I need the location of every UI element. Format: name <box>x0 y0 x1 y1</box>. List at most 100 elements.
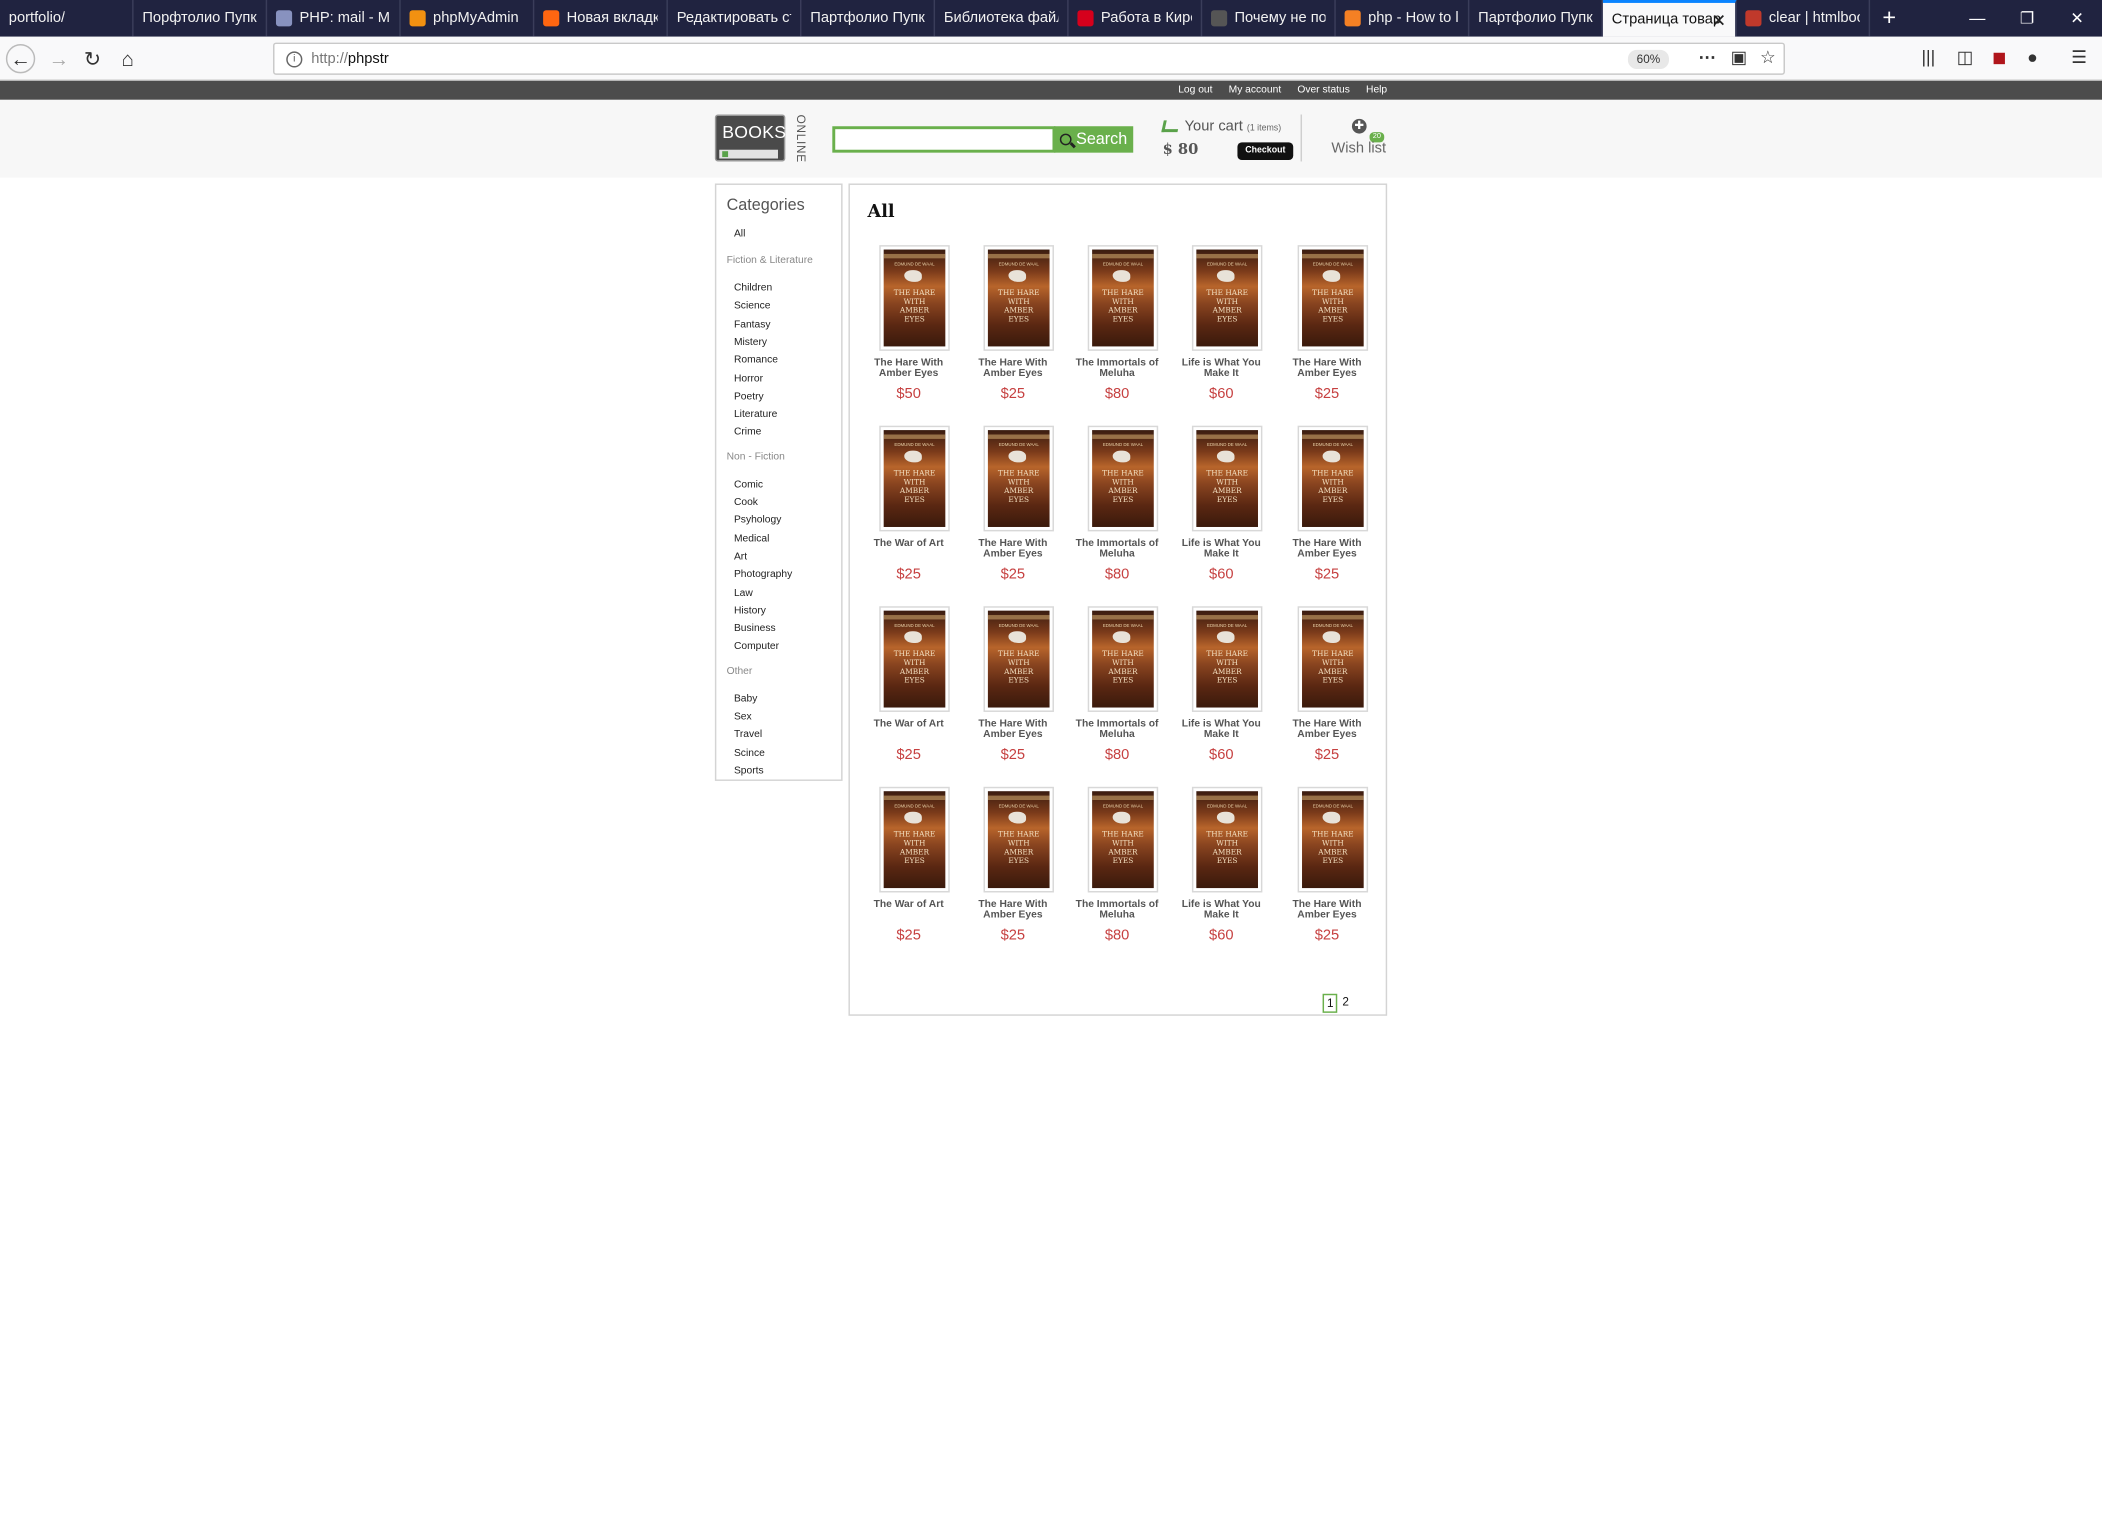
close-window-icon[interactable]: ✕ <box>2052 0 2102 37</box>
product-card[interactable]: EDMUND DE WAAL THE HARE WITH AMBER EYES The H… <box>1276 786 1379 948</box>
category-medical[interactable]: Medical <box>734 534 769 544</box>
category-history[interactable]: History <box>734 606 766 616</box>
sidebar-icon[interactable]: ◫ <box>1957 47 1974 68</box>
category-horror[interactable]: Horror <box>734 374 763 384</box>
cart-title[interactable]: Your cart (1 items) <box>1185 119 1282 135</box>
product-name[interactable]: The Hare With Amber Eyes <box>1276 719 1379 740</box>
url-bar[interactable]: i http://phpstr 60% <box>273 42 1785 75</box>
product-card[interactable]: EDMUND DE WAAL THE HARE WITH AMBER EYES The I… <box>1066 606 1169 767</box>
page-link-1[interactable]: 1 <box>1322 993 1338 1013</box>
product-card[interactable]: EDMUND DE WAAL THE HARE WITH AMBER EYES The H… <box>1276 606 1379 767</box>
tab-1[interactable]: portfolio/ <box>0 0 134 37</box>
product-card[interactable]: EDMUND DE WAAL THE HARE WITH AMBER EYES Life … <box>1170 786 1273 948</box>
page-actions-icon[interactable]: ⋯ <box>1698 47 1716 68</box>
product-card[interactable]: EDMUND DE WAAL THE HARE WITH AMBER EYES The W… <box>857 786 960 948</box>
tab-5[interactable]: Новая вкладка <box>534 0 668 37</box>
category-scince[interactable]: Scince <box>734 748 765 758</box>
product-name[interactable]: The Immortals of Meluha <box>1066 719 1169 740</box>
tab-2[interactable]: Порфтолио Пупко <box>134 0 268 37</box>
product-card[interactable]: EDMUND DE WAAL THE HARE WITH AMBER EYES The H… <box>1276 245 1379 406</box>
page-link-2[interactable]: 2 <box>1342 994 1349 1013</box>
category-poetry[interactable]: Poetry <box>734 392 764 402</box>
tab-13[interactable]: Страница товар ✕ <box>1602 0 1737 37</box>
product-name[interactable]: The Hare With Amber Eyes <box>961 900 1064 921</box>
category-literature[interactable]: Literature <box>734 410 777 420</box>
product-name[interactable]: The Hare With Amber Eyes <box>1276 539 1379 560</box>
tab-11[interactable]: php - How to l <box>1336 0 1470 37</box>
product-name[interactable]: The War of Art <box>857 900 960 910</box>
category-sex[interactable]: Sex <box>734 712 752 722</box>
product-name[interactable]: The Immortals of Meluha <box>1066 900 1169 921</box>
minimize-icon[interactable]: — <box>1952 0 2002 37</box>
tab-12[interactable]: Партфолио Пупко <box>1469 0 1603 37</box>
product-name[interactable]: Life is What You Make It <box>1170 900 1273 921</box>
tab-10[interactable]: Почему не по <box>1202 0 1336 37</box>
book-cover[interactable]: EDMUND DE WAAL THE HARE WITH AMBER EYES <box>1087 245 1159 351</box>
product-name[interactable]: The Immortals of Meluha <box>1066 358 1169 379</box>
book-cover[interactable]: EDMUND DE WAAL THE HARE WITH AMBER EYES <box>879 786 950 893</box>
reload-icon[interactable]: ↻ <box>78 46 107 72</box>
product-card[interactable]: EDMUND DE WAAL THE HARE WITH AMBER EYES The H… <box>961 786 1064 948</box>
book-cover[interactable]: EDMUND DE WAAL THE HARE WITH AMBER EYES <box>983 786 1054 893</box>
close-tab-icon[interactable]: ✕ <box>1711 10 1726 31</box>
category-science[interactable]: Science <box>734 301 771 311</box>
product-name[interactable]: The Hare With Amber Eyes <box>961 358 1064 379</box>
product-card[interactable]: EDMUND DE WAAL THE HARE WITH AMBER EYES Life … <box>1170 245 1273 406</box>
category-children[interactable]: Children <box>734 283 772 293</box>
book-cover[interactable]: EDMUND DE WAAL THE HARE WITH AMBER EYES <box>1297 245 1369 351</box>
tab-3[interactable]: PHP: mail - Ma <box>267 0 401 37</box>
category-cook[interactable]: Cook <box>734 498 758 508</box>
product-name[interactable]: The Hare With Amber Eyes <box>961 539 1064 560</box>
category-mistery[interactable]: Mistery <box>734 337 767 347</box>
library-icon[interactable]: ||| <box>1921 47 1935 68</box>
category-photography[interactable]: Photography <box>734 570 792 580</box>
product-card[interactable]: EDMUND DE WAAL THE HARE WITH AMBER EYES The W… <box>857 606 960 767</box>
book-cover[interactable]: EDMUND DE WAAL THE HARE WITH AMBER EYES <box>983 425 1054 532</box>
site-info-icon[interactable]: i <box>286 50 303 67</box>
product-card[interactable]: EDMUND DE WAAL THE HARE WITH AMBER EYES The H… <box>1276 425 1379 587</box>
restore-icon[interactable]: ❐ <box>2002 0 2052 37</box>
top-link-log-out[interactable]: Log out <box>1178 81 1212 100</box>
category-computer[interactable]: Computer <box>734 642 779 652</box>
product-name[interactable]: The Hare With Amber Eyes <box>1276 900 1379 921</box>
new-tab-icon[interactable]: + <box>1870 0 1908 37</box>
product-card[interactable]: EDMUND DE WAAL THE HARE WITH AMBER EYES Life … <box>1170 606 1273 767</box>
book-cover[interactable]: EDMUND DE WAAL THE HARE WITH AMBER EYES <box>1297 786 1369 893</box>
product-card[interactable]: EDMUND DE WAAL THE HARE WITH AMBER EYES The I… <box>1066 786 1169 948</box>
product-card[interactable]: EDMUND DE WAAL THE HARE WITH AMBER EYES The H… <box>961 245 1064 406</box>
book-cover[interactable]: EDMUND DE WAAL THE HARE WITH AMBER EYES <box>879 606 950 712</box>
search-button[interactable]: Search <box>1053 126 1134 153</box>
search-input[interactable] <box>832 126 1056 153</box>
category-comic[interactable]: Comic <box>734 480 763 490</box>
product-name[interactable]: The Hare With Amber Eyes <box>1276 358 1379 379</box>
pocket-icon[interactable]: ▣ <box>1731 47 1748 68</box>
site-logo[interactable]: BOOKS <box>714 114 786 162</box>
menu-icon[interactable]: ☰ <box>2071 47 2087 68</box>
product-card[interactable]: EDMUND DE WAAL THE HARE WITH AMBER EYES The H… <box>857 245 960 406</box>
product-card[interactable]: EDMUND DE WAAL THE HARE WITH AMBER EYES The I… <box>1066 425 1169 587</box>
book-cover[interactable]: EDMUND DE WAAL THE HARE WITH AMBER EYES <box>983 606 1054 712</box>
product-card[interactable]: EDMUND DE WAAL THE HARE WITH AMBER EYES The W… <box>857 425 960 587</box>
category-business[interactable]: Business <box>734 624 776 634</box>
product-card[interactable]: EDMUND DE WAAL THE HARE WITH AMBER EYES Life … <box>1170 425 1273 587</box>
product-name[interactable]: The War of Art <box>857 539 960 549</box>
top-link-help[interactable]: Help <box>1366 81 1387 100</box>
category-baby[interactable]: Baby <box>734 694 757 704</box>
product-card[interactable]: EDMUND DE WAAL THE HARE WITH AMBER EYES The H… <box>961 606 1064 767</box>
wishlist-link[interactable]: ✚ 20 Wish list <box>1328 117 1393 161</box>
product-name[interactable]: The War of Art <box>857 719 960 729</box>
category-law[interactable]: Law <box>734 588 753 598</box>
zoom-indicator[interactable]: 60% <box>1627 49 1670 69</box>
tab-7[interactable]: Партфолио Пупко <box>801 0 936 37</box>
tab-6[interactable]: Редактировать стр <box>668 0 802 37</box>
book-cover[interactable]: EDMUND DE WAAL THE HARE WITH AMBER EYES <box>1297 425 1369 532</box>
category-crime[interactable]: Crime <box>734 428 761 438</box>
book-cover[interactable]: EDMUND DE WAAL THE HARE WITH AMBER EYES <box>879 425 950 532</box>
product-name[interactable]: Life is What You Make It <box>1170 358 1273 379</box>
tab-4[interactable]: phpMyAdmin <box>401 0 535 37</box>
book-cover[interactable]: EDMUND DE WAAL THE HARE WITH AMBER EYES <box>1191 425 1263 532</box>
top-link-my-account[interactable]: My account <box>1229 81 1282 100</box>
tab-9[interactable]: Работа в Киро <box>1069 0 1203 37</box>
book-cover[interactable]: EDMUND DE WAAL THE HARE WITH AMBER EYES <box>1191 606 1263 712</box>
home-icon[interactable]: ⌂ <box>113 46 142 72</box>
